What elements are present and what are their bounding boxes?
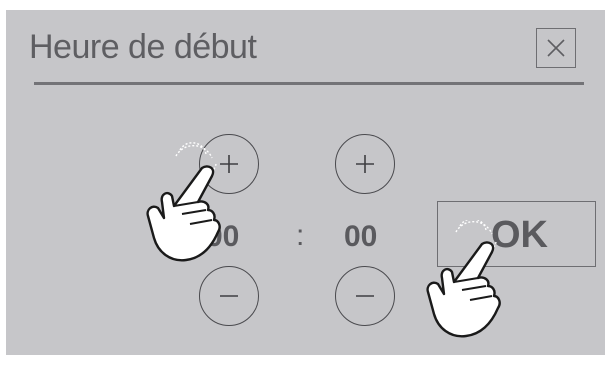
minutes-decrement-button[interactable] bbox=[335, 266, 395, 326]
minus-icon bbox=[355, 294, 374, 297]
time-separator: : bbox=[296, 219, 305, 252]
dialog-title: Heure de début bbox=[29, 28, 257, 66]
minus-icon bbox=[219, 294, 238, 297]
hours-decrement-button[interactable] bbox=[199, 266, 259, 326]
minutes-increment-button[interactable] bbox=[335, 134, 395, 194]
close-button[interactable] bbox=[536, 28, 576, 68]
close-icon bbox=[547, 39, 565, 57]
minutes-value: 00 bbox=[344, 220, 378, 253]
tap-gesture-hand-icon bbox=[426, 220, 501, 338]
tap-gesture-hand-icon bbox=[146, 142, 221, 262]
plus-icon bbox=[355, 154, 374, 173]
title-divider bbox=[34, 82, 584, 85]
